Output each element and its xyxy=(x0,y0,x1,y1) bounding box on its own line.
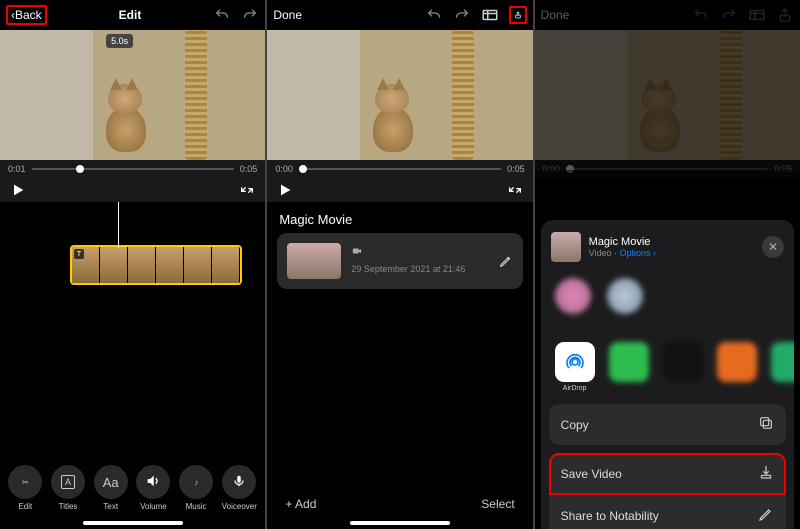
select-button[interactable]: Select xyxy=(481,497,514,511)
done-button: Done xyxy=(541,8,570,22)
video-preview[interactable]: 5.0s 0:01 0:05 xyxy=(0,30,265,202)
playhead[interactable] xyxy=(118,202,119,248)
footer: + Add Select xyxy=(267,497,532,511)
scrub-thumb[interactable] xyxy=(76,165,84,173)
clip-thumbnail xyxy=(287,243,341,279)
scrub-thumb[interactable] xyxy=(299,165,307,173)
screen-project: Done 0:00 0:05 Magi xyxy=(267,0,534,529)
play-icon[interactable] xyxy=(10,182,26,198)
storyboard-icon[interactable] xyxy=(481,6,499,24)
apps-row: AirDrop · · · · xyxy=(541,334,794,404)
actions-list: Copy Save Video Share to Notability xyxy=(541,404,794,529)
screen-share: Done 0:00 0:05 xyxy=(535,0,800,529)
topbar: Done xyxy=(267,0,532,30)
contact-item[interactable]: ··· xyxy=(555,278,591,324)
section-title: Magic Movie xyxy=(267,202,532,233)
duration-badge: 5.0s xyxy=(106,34,133,48)
undo-icon[interactable] xyxy=(425,6,443,24)
scissors-icon: ✂ xyxy=(22,478,29,487)
pencil-icon[interactable] xyxy=(499,254,513,268)
volume-icon xyxy=(145,473,161,491)
app-item[interactable]: · xyxy=(609,342,649,392)
tool-edit[interactable]: ✂Edit xyxy=(8,465,42,511)
tool-voiceover[interactable]: Voiceover xyxy=(222,465,257,511)
clip-card[interactable]: 29 September 2021 at 21:46 xyxy=(277,233,522,289)
share-sheet: Magic Movie Video · Options › ✕ ··· ··· … xyxy=(541,220,794,529)
storyboard-icon xyxy=(748,6,766,24)
contact-item[interactable]: ··· xyxy=(607,278,643,324)
time-total: 0:05 xyxy=(240,164,258,174)
plus-icon: + xyxy=(285,497,295,511)
title-marker-icon: T xyxy=(74,249,84,259)
airdrop-icon xyxy=(555,342,595,382)
time-total: 0:05 xyxy=(507,164,525,174)
scrubber[interactable]: 0:01 0:05 xyxy=(0,160,265,178)
fullscreen-icon[interactable] xyxy=(239,182,255,198)
app-item[interactable]: · xyxy=(663,342,703,392)
tool-text[interactable]: AaText xyxy=(94,465,128,511)
redo-icon[interactable] xyxy=(453,6,471,24)
share-icon xyxy=(776,6,794,24)
redo-icon xyxy=(720,6,738,24)
chevron-right-icon: › xyxy=(651,248,657,258)
tool-row: ✂Edit ATitles AaText Volume ♪Music Voice… xyxy=(0,465,265,511)
share-subtitle: Video · Options › xyxy=(589,248,656,258)
video-preview: 0:00 0:05 xyxy=(535,30,800,178)
timeline-clip[interactable]: T xyxy=(70,245,242,285)
timeline[interactable]: T xyxy=(0,242,265,288)
mic-icon xyxy=(232,474,246,490)
topbar: Done xyxy=(535,0,800,30)
clip-date: 29 September 2021 at 21:46 xyxy=(351,264,465,274)
topbar: ‹Back Edit xyxy=(0,0,265,30)
done-button[interactable]: Done xyxy=(273,8,302,22)
download-icon xyxy=(758,464,774,483)
pencil-icon xyxy=(758,506,774,525)
screen-edit: ‹Back Edit 5.0s 0:01 0:05 xyxy=(0,0,267,529)
share-title: Magic Movie xyxy=(589,236,656,248)
home-indicator[interactable] xyxy=(350,521,450,525)
contacts-row: ··· ··· xyxy=(541,272,794,334)
app-item[interactable]: · xyxy=(771,342,794,392)
add-button[interactable]: + Add xyxy=(285,497,316,511)
titles-icon: A xyxy=(61,475,75,489)
close-icon[interactable]: ✕ xyxy=(762,236,784,258)
copy-icon xyxy=(758,415,774,434)
redo-icon[interactable] xyxy=(241,6,259,24)
title: Edit xyxy=(119,8,142,22)
home-indicator[interactable] xyxy=(83,521,183,525)
app-airdrop[interactable]: AirDrop xyxy=(555,342,595,392)
music-icon: ♪ xyxy=(194,478,198,487)
action-save-video[interactable]: Save Video xyxy=(549,453,786,495)
clip-meta: 29 September 2021 at 21:46 xyxy=(351,246,488,276)
time-current: 0:01 xyxy=(8,164,26,174)
app-item[interactable]: · xyxy=(717,342,757,392)
video-preview[interactable]: 0:00 0:05 xyxy=(267,30,532,202)
back-button[interactable]: ‹Back xyxy=(6,5,47,25)
text-icon: Aa xyxy=(103,475,119,490)
undo-icon[interactable] xyxy=(213,6,231,24)
video-icon xyxy=(351,246,363,261)
fullscreen-icon[interactable] xyxy=(507,182,523,198)
scrubber[interactable]: 0:00 0:05 xyxy=(267,160,532,178)
time-current: 0:00 xyxy=(275,164,293,174)
action-share-notability[interactable]: Share to Notability xyxy=(549,495,786,529)
share-thumbnail xyxy=(551,232,581,262)
tool-music[interactable]: ♪Music xyxy=(179,465,213,511)
share-icon[interactable] xyxy=(509,6,527,24)
options-link[interactable]: Options xyxy=(620,248,651,258)
play-icon[interactable] xyxy=(277,182,293,198)
undo-icon xyxy=(692,6,710,24)
action-copy[interactable]: Copy xyxy=(549,404,786,445)
tool-titles[interactable]: ATitles xyxy=(51,465,85,511)
tool-volume[interactable]: Volume xyxy=(136,465,170,511)
